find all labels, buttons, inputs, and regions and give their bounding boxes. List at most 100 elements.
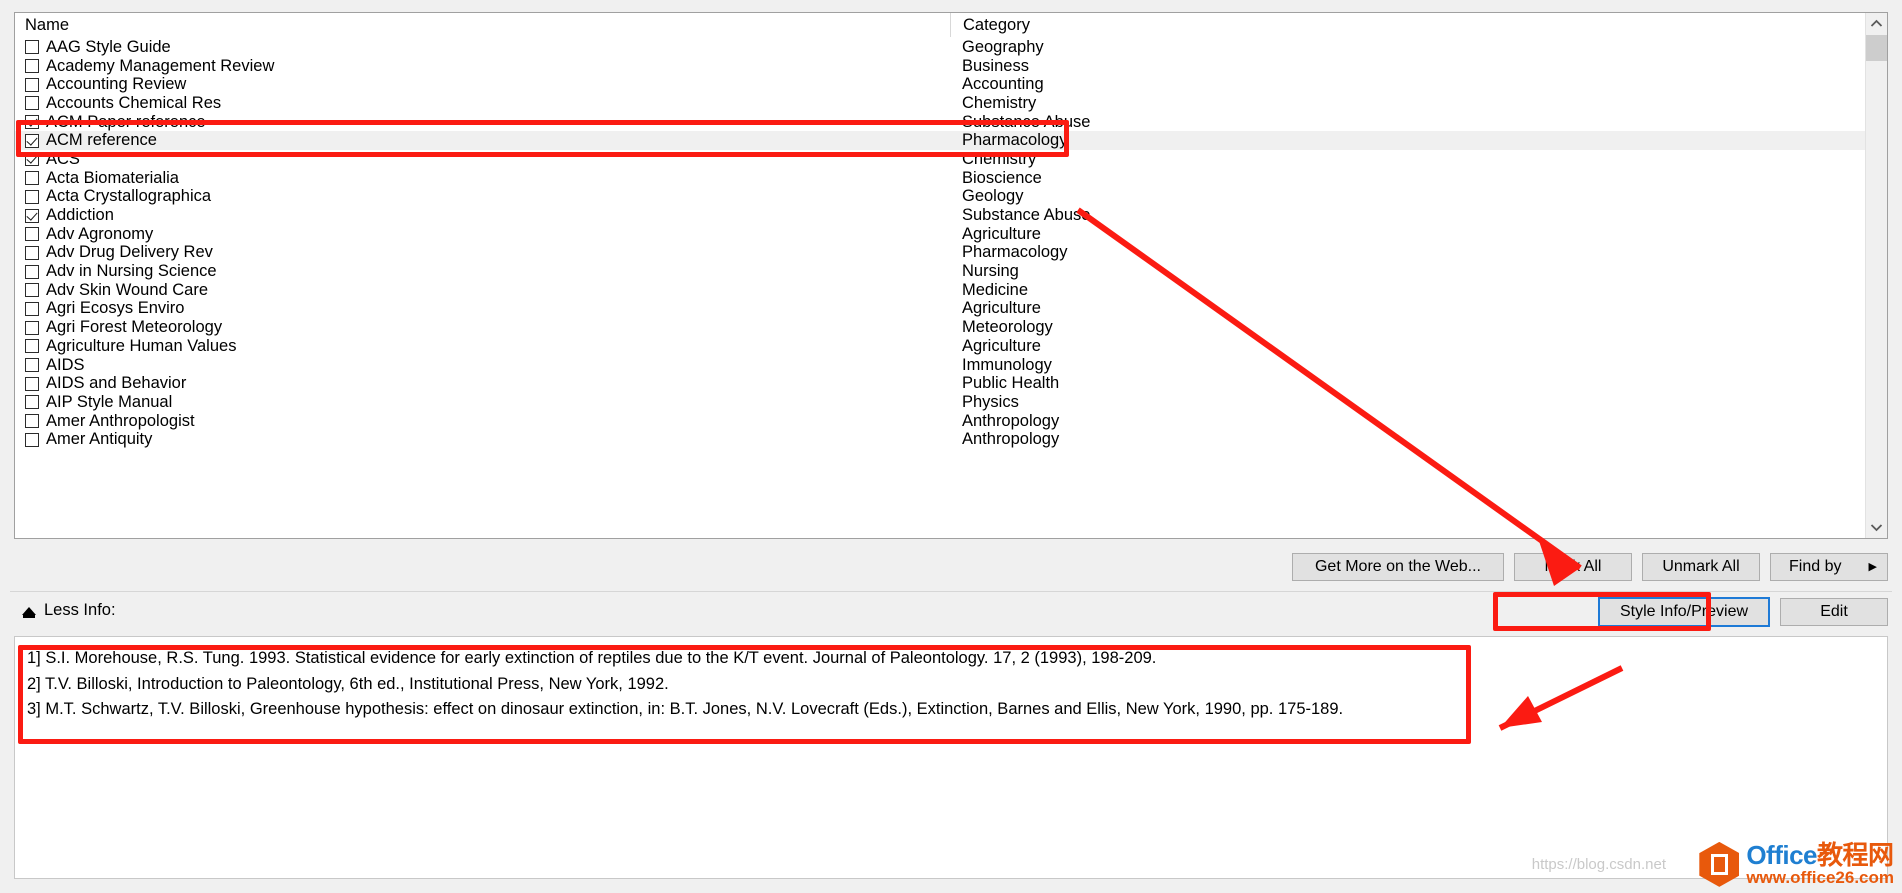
table-row[interactable]: Addiction Substance Abuse — [15, 206, 1865, 225]
scroll-up-arrow-icon[interactable] — [1866, 13, 1887, 34]
row-category-cell: Nursing — [962, 262, 1019, 281]
checkbox-checked-icon[interactable] — [25, 152, 39, 167]
row-category-cell: Pharmacology — [962, 131, 1068, 150]
table-row[interactable]: AAG Style Guide Geography — [15, 38, 1865, 57]
scrollbar-thumb[interactable] — [1866, 35, 1887, 61]
row-category-cell: Public Health — [962, 374, 1060, 393]
table-row[interactable]: Accounts Chemical Res Chemistry — [15, 94, 1865, 113]
checkbox-unchecked-icon[interactable] — [25, 339, 39, 354]
checkbox-checked-icon[interactable] — [25, 208, 39, 223]
row-name-label: Amer Antiquity — [46, 430, 153, 449]
checkbox-unchecked-icon[interactable] — [25, 245, 39, 260]
checkbox-checked-icon[interactable] — [25, 133, 39, 148]
checkbox-unchecked-icon[interactable] — [25, 40, 39, 55]
row-name-label: Adv Drug Delivery Rev — [46, 243, 213, 262]
mark-all-button[interactable]: Mark All — [1514, 552, 1632, 581]
checkbox-unchecked-icon[interactable] — [25, 171, 39, 186]
blog-watermark: https://blog.csdn.net — [1531, 856, 1666, 873]
row-name-label: Adv Agronomy — [46, 224, 154, 243]
application-window: Name Category AAG Style Guide Geography Ac… — [0, 0, 1902, 893]
row-name-label: Acta Biomaterialia — [46, 168, 179, 187]
checkbox-checked-icon[interactable] — [25, 115, 39, 130]
checkbox-unchecked-icon[interactable] — [25, 320, 39, 335]
unmark-all-button[interactable]: Unmark All — [1642, 552, 1760, 581]
row-category-cell: Substance Abuse — [962, 206, 1091, 225]
styles-list-body[interactable]: Name Category AAG Style Guide Geography Ac… — [15, 13, 1865, 538]
checkbox-unchecked-icon[interactable] — [25, 59, 39, 74]
row-name-label: ACM reference — [46, 131, 157, 150]
row-name-cell: ACM reference — [15, 131, 950, 150]
table-row[interactable]: ACS Chemistry — [15, 150, 1865, 169]
checkbox-unchecked-icon[interactable] — [25, 96, 39, 111]
row-category-cell: Geography — [962, 37, 1044, 56]
row-category-cell: Agriculture — [962, 336, 1041, 355]
checkbox-unchecked-icon[interactable] — [25, 77, 39, 92]
table-row[interactable]: Adv Agronomy Agriculture — [15, 225, 1865, 244]
table-row[interactable]: ACM Paper reference Substance Abuse — [15, 113, 1865, 132]
office-logo-icon — [1699, 841, 1740, 887]
checkbox-unchecked-icon[interactable] — [25, 432, 39, 447]
watermark-url: www.office26.com — [1746, 868, 1894, 888]
edit-button[interactable]: Edit — [1780, 598, 1888, 626]
checkbox-unchecked-icon[interactable] — [25, 227, 39, 242]
checkbox-unchecked-icon[interactable] — [25, 414, 39, 429]
row-category-cell: Immunology — [962, 355, 1052, 374]
watermark-brand-cn: 教程网 — [1817, 839, 1894, 870]
table-row[interactable]: Adv in Nursing Science Nursing — [15, 262, 1865, 281]
table-row[interactable]: Accounting Review Accounting — [15, 75, 1865, 94]
table-row[interactable]: Agri Ecosys Enviro Agriculture — [15, 299, 1865, 319]
get-more-on-the-web-button[interactable]: Get More on the Web... — [1292, 552, 1504, 581]
row-name-label: ACM Paper reference — [46, 112, 206, 131]
row-category-cell: Pharmacology — [962, 243, 1068, 262]
checkbox-unchecked-icon[interactable] — [25, 301, 39, 316]
table-row[interactable]: Acta Crystallographica Geology — [15, 187, 1865, 207]
styles-row-container: AAG Style Guide Geography Academy Manageme… — [15, 38, 1865, 449]
row-name-cell: Accounting Review — [15, 75, 950, 94]
checkbox-unchecked-icon[interactable] — [25, 264, 39, 279]
row-category-cell: Chemistry — [962, 93, 1037, 112]
table-row[interactable]: Acta Biomaterialia Bioscience — [15, 169, 1865, 188]
row-name-label: AIDS and Behavior — [46, 374, 187, 393]
checkbox-unchecked-icon[interactable] — [25, 358, 39, 373]
table-row[interactable]: Amer Anthropologist Anthropology — [15, 412, 1865, 431]
vertical-scrollbar[interactable] — [1865, 13, 1887, 538]
table-row[interactable]: Adv Skin Wound Care Medicine — [15, 281, 1865, 300]
info-toolbar: Less Info: Style Info/Preview Edit — [14, 597, 1888, 629]
table-row[interactable]: Adv Drug Delivery Rev Pharmacology — [15, 243, 1865, 263]
table-row[interactable]: AIDS and Behavior Public Health — [15, 374, 1865, 393]
row-name-label: AAG Style Guide — [46, 37, 171, 56]
column-header-name[interactable]: Name — [15, 13, 950, 37]
table-row[interactable]: AIDS Immunology — [15, 356, 1865, 375]
row-name-cell: Agriculture Human Values — [15, 337, 950, 356]
less-info-label: Less Info: — [44, 601, 116, 619]
row-name-cell: Adv Skin Wound Care — [15, 281, 950, 300]
checkbox-unchecked-icon[interactable] — [25, 376, 39, 391]
style-info-preview-button[interactable]: Style Info/Preview — [1598, 597, 1770, 627]
table-row[interactable]: Amer Antiquity Anthropology — [15, 430, 1865, 449]
row-name-label: Addiction — [46, 206, 114, 225]
row-category-cell: Medicine — [962, 280, 1029, 299]
row-name-label: Agri Ecosys Enviro — [46, 299, 185, 318]
row-category-cell: Anthropology — [962, 430, 1060, 449]
find-by-button[interactable]: Find by ▶ — [1770, 552, 1888, 581]
less-info-toggle[interactable]: Less Info: — [22, 601, 116, 620]
table-row[interactable]: Agri Forest Meteorology Meteorology — [15, 318, 1865, 337]
row-name-cell: ACM Paper reference — [15, 113, 950, 132]
table-row[interactable]: Agriculture Human Values Agriculture — [15, 337, 1865, 356]
table-row[interactable]: Academy Management Review Business — [15, 57, 1865, 76]
style-preview-pane[interactable]: 1] S.I. Morehouse, R.S. Tung. 1993. Stat… — [14, 636, 1888, 879]
row-name-label: Accounts Chemical Res — [46, 93, 222, 112]
checkbox-unchecked-icon[interactable] — [25, 395, 39, 410]
row-name-label: Acta Crystallographica — [46, 187, 212, 206]
table-row[interactable]: ACM reference Pharmacology — [15, 131, 1865, 151]
table-row[interactable]: AIP Style Manual Physics — [15, 393, 1865, 412]
scroll-down-arrow-icon[interactable] — [1866, 517, 1887, 538]
row-name-label: Academy Management Review — [46, 56, 275, 75]
column-header-category[interactable]: Category — [950, 13, 1865, 37]
row-name-label: Adv in Nursing Science — [46, 262, 217, 281]
checkbox-unchecked-icon[interactable] — [25, 189, 39, 204]
row-name-cell: Addiction — [15, 206, 950, 225]
list-column-headers: Name Category — [15, 13, 1865, 38]
row-name-cell: Adv in Nursing Science — [15, 262, 950, 281]
checkbox-unchecked-icon[interactable] — [25, 283, 39, 298]
